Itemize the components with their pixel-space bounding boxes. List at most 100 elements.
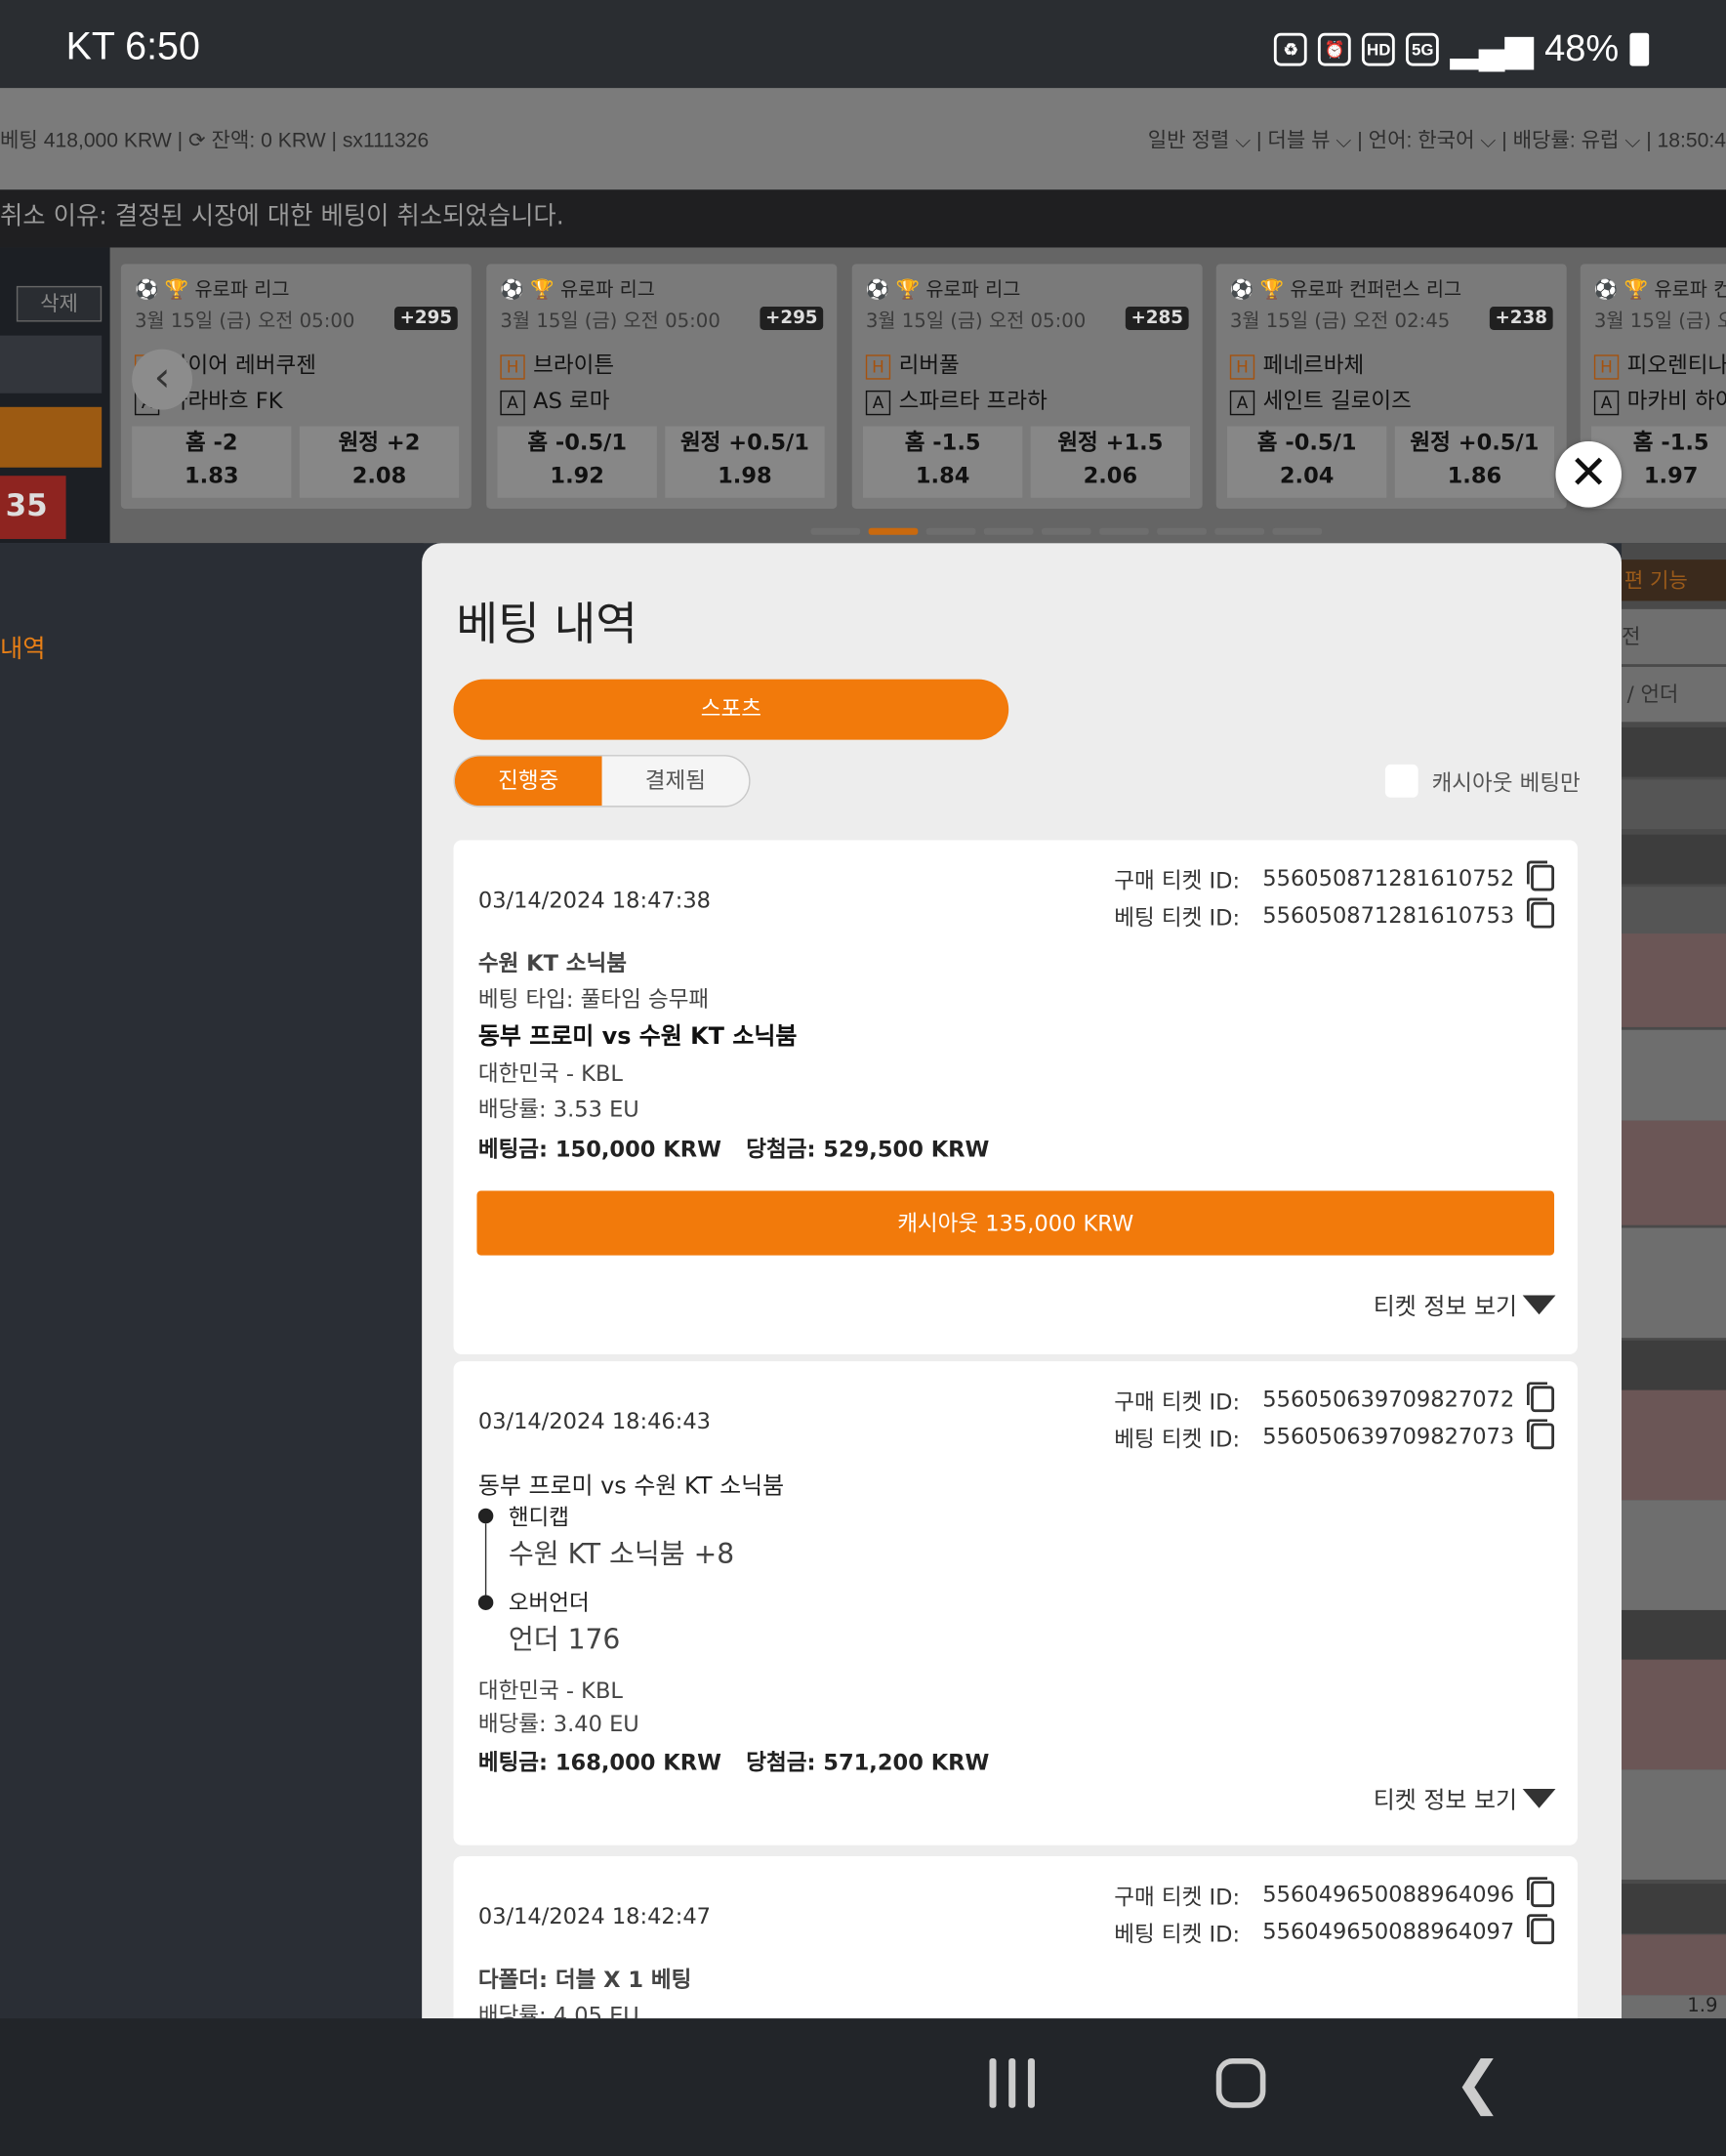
sports-tab[interactable]: 스포츠	[453, 679, 1009, 740]
away-odds-button[interactable]: 원정 +0.5/1 1.86	[1394, 426, 1555, 498]
card-market-count[interactable]: +295	[760, 307, 824, 330]
match-card[interactable]: ⚽ 🏆 유로파 컨퍼런스 리그 3월 15일 (금) 오전 02:45 +238 H 페…	[1215, 264, 1567, 510]
home-badge-icon: H	[1229, 353, 1255, 379]
right-row[interactable]	[1622, 1029, 1726, 1121]
card-market-count[interactable]: +238	[1489, 307, 1553, 330]
carrier-time: KT 6:50	[65, 24, 200, 67]
right-label-1: 편 기능	[1622, 560, 1726, 601]
home-odds-button[interactable]: 홈 -0.5/1 1.92	[497, 426, 657, 498]
bet-history-modal: 베팅 내역 스포츠 진행중 결제됨 캐시아웃 베팅만 03/14/2024 18…	[422, 543, 1623, 2019]
copy-icon[interactable]	[1526, 1419, 1555, 1450]
home-badge-icon: H	[1593, 353, 1620, 379]
odds-value: 1.86	[1447, 462, 1502, 488]
right-row[interactable]	[1622, 1500, 1726, 1610]
close-modal-button[interactable]: ✕	[1555, 441, 1623, 508]
card-market-count[interactable]: +295	[393, 307, 458, 330]
match-card[interactable]: ⚽ 🏆 유로파 리그 3월 15일 (금) 오전 05:00 +285 H 리버풀 A 스파…	[851, 264, 1203, 510]
bet-ticket: 03/14/2024 18:47:38 구매 티켓 ID: 55605087128…	[453, 840, 1578, 1355]
account-summary[interactable]: 베팅 418,000 KRW | ⟳ 잔액: 0 KRW | sx111326	[0, 125, 429, 154]
ticket-payout: 당첨금: 529,500 KRW	[746, 1136, 990, 1162]
card-home-team: H 페네르바체	[1229, 347, 1365, 380]
home-odds-button[interactable]: 홈 -0.5/1 2.04	[1227, 426, 1387, 498]
right-row[interactable]	[1622, 1389, 1726, 1501]
odds-value: 1.92	[550, 462, 604, 488]
right-row[interactable]	[1622, 1120, 1726, 1225]
match-card[interactable]: ⚽ 🏆 유로파 리그 3월 15일 (금) 오전 05:00 +295 H 브라이튼 A A…	[486, 264, 838, 510]
copy-icon[interactable]	[1526, 897, 1555, 929]
home-icon[interactable]	[1215, 2058, 1266, 2108]
leg2-pick: 언더 176	[508, 1622, 621, 1656]
cashout-only-filter[interactable]: 캐시아웃 베팅만	[1384, 764, 1581, 798]
copy-icon[interactable]	[1526, 1382, 1555, 1413]
home-odds-button[interactable]: 홈 -2 1.83	[132, 426, 292, 498]
card-league: ⚽ 🏆 유로파 컨	[1593, 278, 1726, 302]
purchase-id: 556050871281610752	[1262, 864, 1515, 891]
odds-value: 2.04	[1279, 462, 1335, 488]
odds-label: 원정 +2	[338, 429, 421, 456]
ticket-ids: 구매 티켓 ID: 556050871281610752 베팅 티켓 ID: 556…	[1114, 859, 1555, 933]
odds-label: 원정 +0.5/1	[1410, 429, 1540, 456]
carousel-dot[interactable]	[1041, 527, 1091, 535]
ticket-match: 동부 프로미 vs 수원 KT 소닉붐	[477, 1022, 798, 1051]
away-badge-icon: A	[1229, 390, 1255, 415]
right-row[interactable]	[1622, 1769, 1726, 1880]
settings-summary[interactable]: 일반 정렬 ⌵ | 더블 뷰 ⌵ | 언어: 한국어 ⌵ | 배당률: 유럽 ⌵…	[1148, 125, 1726, 154]
carousel-dot[interactable]	[983, 527, 1034, 535]
carousel-dot[interactable]	[1272, 527, 1323, 535]
cashout-button[interactable]: 캐시아웃 135,000 KRW	[476, 1190, 1555, 1256]
ticket-info-toggle[interactable]: 티켓 정보 보기	[1374, 1781, 1556, 1815]
away-badge-icon: A	[865, 390, 891, 415]
right-row[interactable]	[1622, 1659, 1726, 1770]
cashout-only-checkbox[interactable]	[1384, 764, 1418, 798]
home-odds-button[interactable]: 홈 -1.5 1.84	[862, 426, 1023, 498]
card-date: 3월 15일 (금) 오전 05:00	[865, 311, 1087, 333]
home-team-name: 페네르바체	[1262, 352, 1365, 379]
recent-apps-icon[interactable]	[989, 2058, 1040, 2108]
carousel-dot[interactable]	[1099, 527, 1149, 535]
card-date: 3월 15일 (금) 오전 05:00	[134, 311, 355, 333]
right-row[interactable]	[1622, 1227, 1726, 1339]
status-icons: ♻ ⏰ HD 5G ▂▄▆ 48%	[1274, 27, 1650, 70]
right-row	[1622, 779, 1726, 830]
tab-settled[interactable]: 결제됨	[602, 756, 750, 806]
carousel-dot[interactable]	[810, 527, 861, 535]
battery-icon	[1629, 32, 1650, 65]
carousel-dot[interactable]	[1214, 527, 1265, 535]
card-away-team: A 스파르타 프라하	[865, 382, 1048, 415]
ticket-info-toggle[interactable]: 티켓 정보 보기	[1374, 1287, 1556, 1321]
card-away-team: A 세인트 길로이즈	[1229, 382, 1412, 415]
ticket-bet-type: 베팅 타입: 풀타임 승무패	[477, 985, 710, 1013]
menu-item-history[interactable]: 내역	[0, 630, 46, 666]
ticket-odds: 배당률: 3.53 EU	[477, 1096, 639, 1123]
right-value: 1.9	[1622, 1995, 1726, 2019]
status-segment: 진행중 결제됨	[453, 755, 751, 808]
card-away-team: A AS 로마	[500, 382, 609, 415]
away-odds-button[interactable]: 원정 +1.5 2.06	[1030, 426, 1191, 498]
right-row	[1622, 887, 1726, 936]
right-label-3: / 언더	[1622, 666, 1726, 723]
home-badge-icon: H	[500, 353, 525, 379]
ticket-match: 동부 프로미 vs 수원 KT 소닉붐	[477, 1472, 785, 1501]
card-market-count[interactable]: +285	[1125, 307, 1189, 330]
copy-icon[interactable]	[1526, 1914, 1555, 1945]
right-row[interactable]	[1622, 1934, 1726, 1996]
purchase-id-label: 구매 티켓 ID:	[1114, 1883, 1241, 1910]
copy-icon[interactable]	[1526, 1877, 1555, 1908]
away-odds-button[interactable]: 원정 +2 2.08	[299, 426, 460, 498]
away-badge-icon: A	[500, 390, 525, 415]
carousel-prev-button[interactable]: ‹	[132, 349, 193, 410]
ticket-datetime: 03/14/2024 18:46:43	[477, 1407, 711, 1434]
carousel-dot[interactable]	[925, 527, 976, 535]
odds-value: 1.98	[718, 462, 772, 488]
away-team-name: AS 로마	[533, 388, 610, 414]
carousel-dot-active[interactable]	[868, 527, 919, 535]
carousel-dot[interactable]	[1157, 527, 1207, 535]
copy-icon[interactable]	[1526, 860, 1555, 891]
ticket-league: 대한민국 - KBL	[477, 1059, 623, 1087]
right-row[interactable]	[1622, 933, 1726, 1027]
back-icon[interactable]: ❮	[1454, 2053, 1502, 2112]
tab-in-progress[interactable]: 진행중	[454, 756, 602, 807]
carousel-dots	[810, 527, 1323, 535]
away-odds-button[interactable]: 원정 +0.5/1 1.98	[665, 426, 825, 498]
delete-button[interactable]: 삭제	[16, 285, 103, 322]
